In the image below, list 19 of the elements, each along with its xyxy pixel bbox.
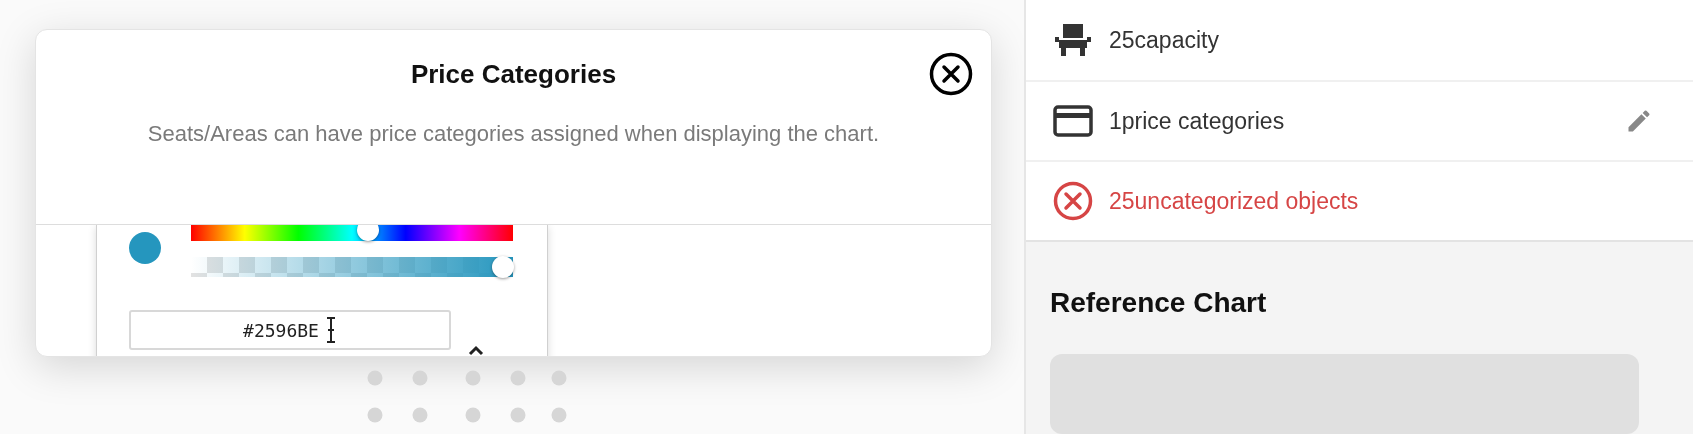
alpha-slider[interactable] (191, 257, 513, 277)
hue-slider[interactable] (191, 225, 513, 241)
armchair-icon (1053, 22, 1093, 58)
summary-text: 1price categories (1109, 106, 1285, 136)
dialog-description: Seats/Areas can have price categories assigned when displaying the chart. (147, 120, 880, 148)
hex-value: #2596BE (243, 318, 319, 343)
text-cursor-icon (324, 317, 337, 343)
summary-text: 25uncategorized objects (1109, 186, 1359, 216)
slider-thumb[interactable] (357, 225, 380, 241)
hex-input[interactable]: #2596BE (129, 310, 451, 350)
summary-text: 25capacity (1109, 25, 1219, 55)
slider-thumb[interactable] (492, 256, 515, 278)
dialog-title: Price Categories (410, 58, 617, 91)
credit-card-icon (1053, 105, 1093, 137)
caret-up-icon[interactable] (467, 344, 485, 356)
error-circle-icon (1053, 181, 1093, 221)
close-button[interactable] (929, 52, 973, 96)
section-heading: Reference Chart (1050, 286, 1268, 320)
close-icon (929, 52, 973, 96)
